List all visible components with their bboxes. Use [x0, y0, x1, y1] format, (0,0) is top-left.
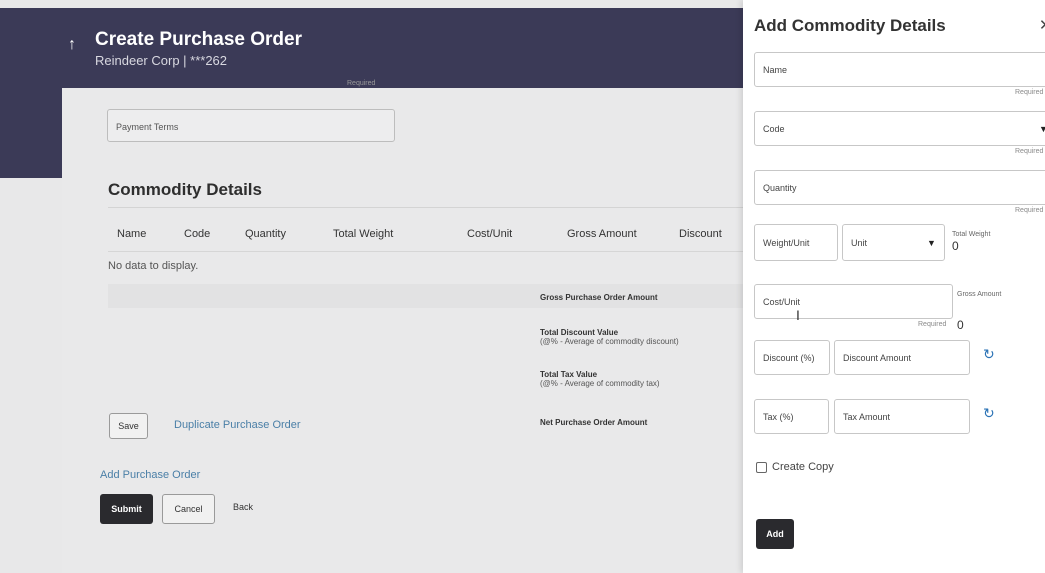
purchase-order-page: ↑ Create Purchase Order Reindeer Corp | …	[0, 0, 743, 573]
add-commodity-drawer: Add Commodity Details ✕ Name Required Co…	[743, 0, 1045, 573]
text-cursor-icon: I	[796, 307, 800, 323]
name-required: Required	[1015, 89, 1044, 96]
duplicate-po-link[interactable]: Duplicate Purchase Order	[174, 419, 301, 431]
refresh-icon[interactable]: ↻	[983, 405, 995, 422]
save-button[interactable]: Save	[109, 413, 148, 439]
column-header-name[interactable]: Name	[117, 228, 146, 240]
total-discount-subtext: (@% - Average of commodity discount)	[540, 337, 679, 346]
column-header-quantity[interactable]: Quantity	[245, 228, 286, 240]
total-discount-label: Total Discount Value	[540, 328, 619, 337]
discount-amount-label: Discount Amount	[843, 352, 912, 363]
chevron-down-icon: ▼	[1039, 123, 1045, 134]
gross-amount-label: Gross Amount	[957, 291, 1002, 298]
create-copy-label: Create Copy	[772, 461, 834, 473]
discount-amount-field[interactable]: Discount Amount	[834, 340, 970, 375]
weight-unit-field[interactable]: Weight/Unit	[754, 224, 838, 261]
add-po-link[interactable]: Add Purchase Order	[100, 469, 200, 481]
code-select[interactable]: Code ▼	[754, 111, 1045, 146]
code-select-label: Code	[763, 123, 785, 134]
code-required: Required	[1015, 148, 1044, 155]
back-button[interactable]: Back	[233, 502, 253, 512]
total-weight-label: Total Weight	[952, 231, 991, 238]
table-header-divider	[108, 251, 743, 252]
close-icon[interactable]: ✕	[1039, 16, 1045, 34]
name-field[interactable]: Name	[754, 52, 1045, 87]
chevron-down-icon: ▼	[927, 237, 936, 248]
empty-table-message: No data to display.	[108, 260, 199, 272]
column-header-discount[interactable]: Discount	[679, 228, 722, 240]
cost-unit-label: Cost/Unit	[763, 296, 801, 307]
column-header-code[interactable]: Code	[184, 228, 210, 240]
unit-select[interactable]: Unit ▼	[842, 224, 945, 261]
required-hint: Required	[347, 80, 376, 87]
create-copy-checkbox[interactable]	[756, 461, 767, 473]
quantity-field[interactable]: Quantity	[754, 170, 1045, 205]
cancel-button[interactable]: Cancel	[162, 494, 215, 524]
name-field-label: Name	[763, 64, 788, 75]
payment-terms-field[interactable]: Payment Terms	[107, 109, 395, 142]
column-header-gross-amount[interactable]: Gross Amount	[567, 228, 637, 240]
net-po-amount-label: Net Purchase Order Amount	[540, 418, 648, 427]
total-tax-label: Total Tax Value	[540, 370, 598, 379]
section-divider	[108, 207, 743, 208]
tax-percent-label: Tax (%)	[763, 411, 794, 422]
drawer-title: Add Commodity Details	[754, 16, 946, 35]
tax-amount-label: Tax Amount	[843, 411, 891, 422]
tax-percent-field[interactable]: Tax (%)	[754, 399, 829, 434]
add-button[interactable]: Add	[756, 519, 794, 549]
page-title: Create Purchase Order	[95, 29, 302, 50]
column-header-total-weight[interactable]: Total Weight	[333, 228, 393, 240]
quantity-field-label: Quantity	[763, 182, 797, 193]
total-tax-subtext: (@% - Average of commodity tax)	[540, 379, 660, 388]
column-header-cost-unit[interactable]: Cost/Unit	[467, 228, 512, 240]
total-weight-value: 0	[952, 239, 959, 253]
weight-unit-label: Weight/Unit	[763, 237, 810, 248]
page-subtitle: Reindeer Corp | ***262	[95, 53, 228, 68]
cost-unit-field[interactable]: Cost/Unit	[754, 284, 953, 319]
gross-amount-value: 0	[957, 318, 964, 332]
discount-percent-field[interactable]: Discount (%)	[754, 340, 830, 375]
submit-button[interactable]: Submit	[100, 494, 153, 524]
back-arrow-icon[interactable]: ↑	[68, 36, 76, 54]
commodity-section-title: Commodity Details	[108, 180, 262, 199]
discount-percent-label: Discount (%)	[763, 352, 815, 363]
refresh-icon[interactable]: ↻	[983, 346, 995, 363]
unit-select-label: Unit	[851, 237, 868, 248]
quantity-required: Required	[1015, 207, 1044, 214]
gross-po-amount-label: Gross Purchase Order Amount	[540, 293, 658, 302]
cost-required: Required	[918, 321, 947, 328]
purchase-order-form: Required Payment Terms Commodity Details…	[62, 80, 743, 573]
tax-amount-field[interactable]: Tax Amount	[834, 399, 970, 434]
create-copy-row[interactable]: Create Copy	[756, 461, 834, 473]
